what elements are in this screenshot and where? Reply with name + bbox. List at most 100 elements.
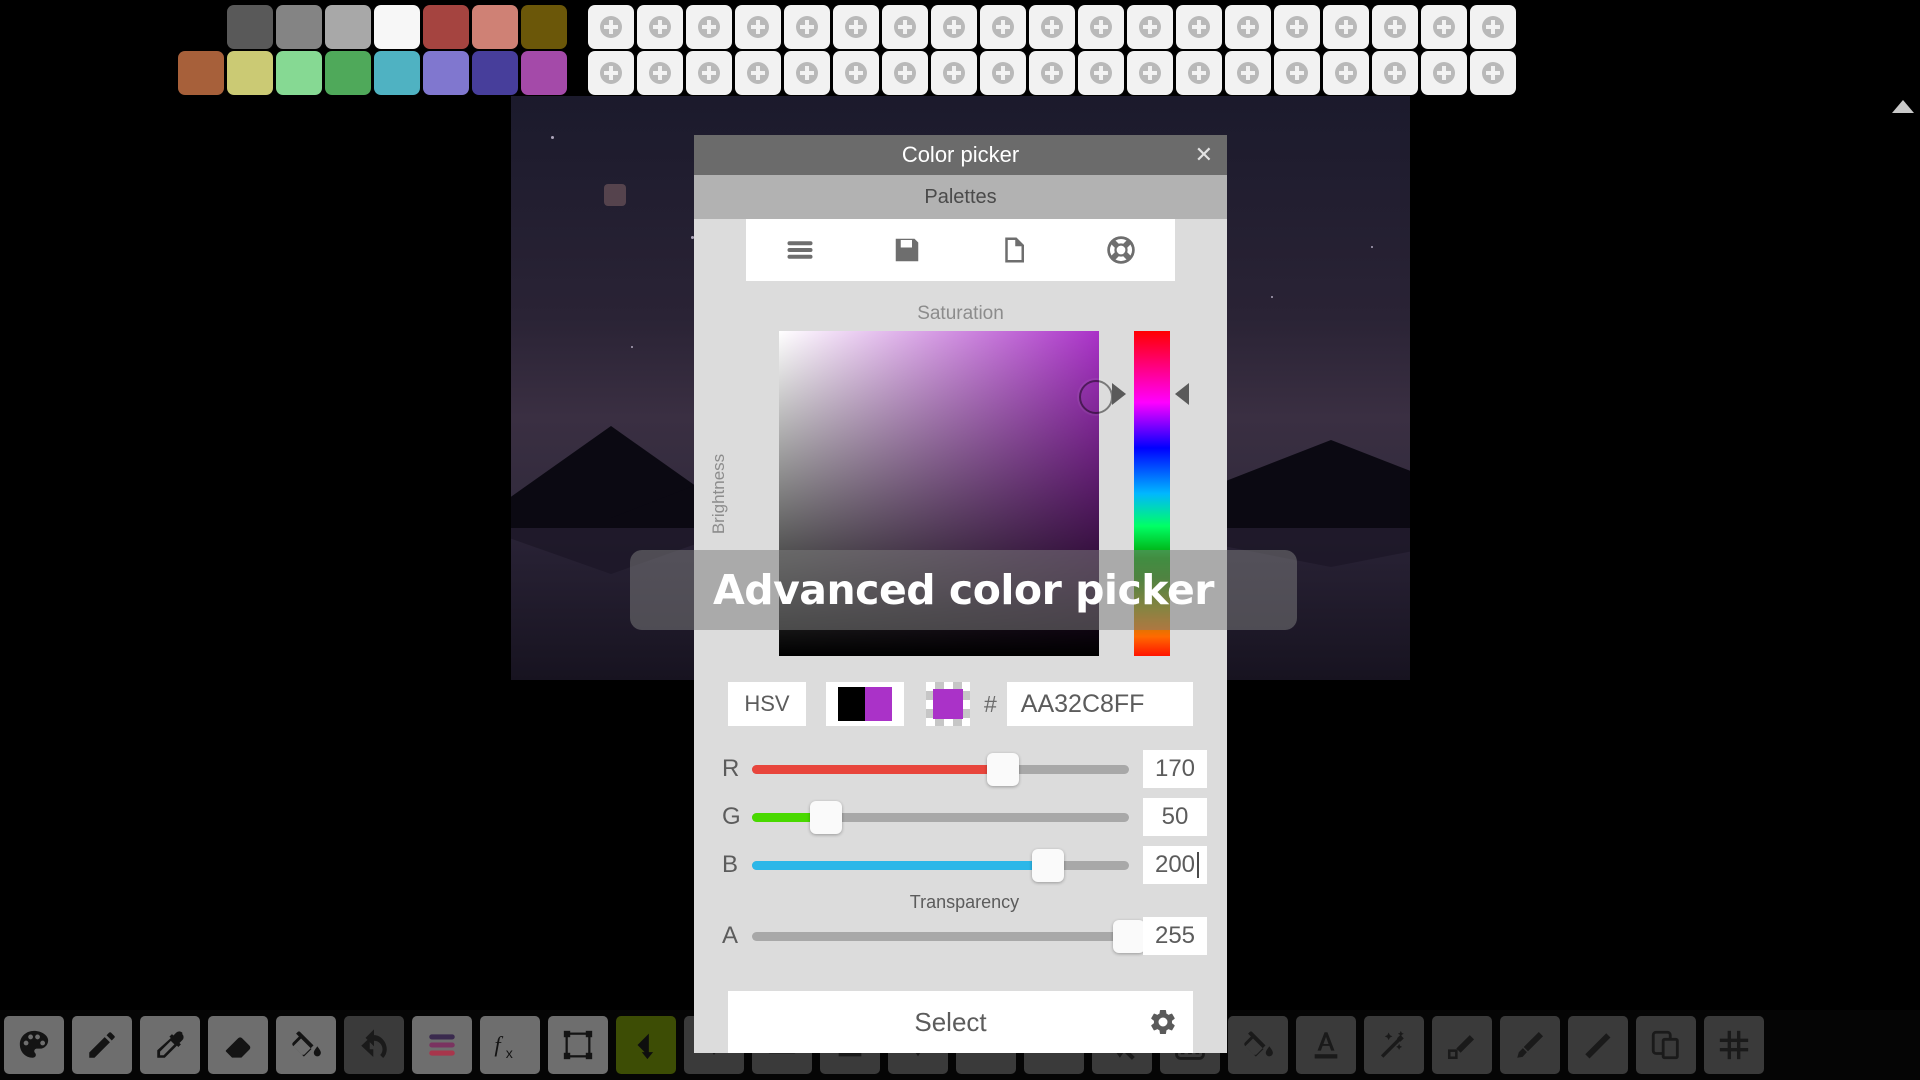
channel-thumb-r[interactable]	[987, 752, 1020, 786]
palette-swatch-orchid[interactable]	[521, 51, 567, 95]
pencil-tool[interactable]	[72, 1016, 132, 1074]
palette-empty-slot[interactable]	[931, 51, 977, 95]
triangle-up-icon[interactable]	[1892, 100, 1914, 113]
palette-swatch-indigo[interactable]	[472, 51, 518, 95]
palette-swatch-light-grey[interactable]	[325, 5, 371, 49]
palette-tool[interactable]	[4, 1016, 64, 1074]
palette-empty-slot[interactable]	[1127, 51, 1173, 95]
sv-cursor-handle[interactable]	[1079, 380, 1113, 414]
palette-empty-slot[interactable]	[833, 51, 879, 95]
select-button[interactable]: Select	[728, 991, 1193, 1053]
palette-empty-slot[interactable]	[735, 51, 781, 95]
palette-empty-slot[interactable]	[1421, 51, 1467, 95]
palette-empty-slot[interactable]	[931, 5, 977, 49]
palette-empty-slot[interactable]	[735, 5, 781, 49]
palette-swatch-sienna[interactable]	[178, 51, 224, 95]
palette-swatch-brick-red[interactable]	[423, 5, 469, 49]
palette-swatch-white[interactable]	[374, 5, 420, 49]
eyedropper-tool[interactable]	[140, 1016, 200, 1074]
magic-wand-tool[interactable]	[1364, 1016, 1424, 1074]
palette-empty-slot[interactable]	[1274, 5, 1320, 49]
palette-swatch-mid-grey[interactable]	[276, 5, 322, 49]
palette-swatch-mint-green[interactable]	[276, 51, 322, 95]
channel-value-r[interactable]: 170	[1143, 750, 1207, 788]
palette-empty-slot[interactable]	[1029, 51, 1075, 95]
hex-input[interactable]: AA32C8FF	[1006, 682, 1193, 726]
palette-swatch-grass-green[interactable]	[325, 51, 371, 95]
palette-empty-slot[interactable]	[784, 51, 830, 95]
palette-empty-slot[interactable]	[882, 51, 928, 95]
close-icon[interactable]: ✕	[1195, 144, 1213, 166]
channel-thumb-g[interactable]	[809, 800, 842, 834]
palette-swatch-periwinkle[interactable]	[423, 51, 469, 95]
text-tool[interactable]	[1296, 1016, 1356, 1074]
palette-empty-slot[interactable]	[1421, 5, 1467, 49]
hash-label: #	[984, 690, 997, 717]
palette-empty-slot[interactable]	[1029, 5, 1075, 49]
grid-tool[interactable]	[1704, 1016, 1764, 1074]
palette-swatch-teal[interactable]	[374, 51, 420, 95]
pencil-icon	[85, 1028, 119, 1062]
hsv-mode-button[interactable]: HSV	[728, 682, 806, 726]
alpha-preview-swatch[interactable]	[926, 682, 970, 726]
palette-empty-slot[interactable]	[1323, 5, 1369, 49]
channel-value-a[interactable]: 255	[1143, 917, 1207, 955]
eraser-tool[interactable]	[208, 1016, 268, 1074]
palette-empty-slot[interactable]	[1078, 5, 1124, 49]
lifebuoy-icon[interactable]	[1068, 219, 1175, 281]
palette-empty-slot[interactable]	[588, 51, 634, 95]
palette-empty-slot[interactable]	[1470, 51, 1516, 95]
palette-empty-slot[interactable]	[980, 51, 1026, 95]
palette-empty-slot[interactable]	[1176, 5, 1222, 49]
palette-empty-slot[interactable]	[686, 51, 732, 95]
line-pen-tool[interactable]	[1568, 1016, 1628, 1074]
palette-empty-slot[interactable]	[1274, 51, 1320, 95]
color-compare-swatch[interactable]	[826, 682, 904, 726]
triangle-left-icon	[1175, 383, 1189, 405]
gear-icon[interactable]	[1133, 1007, 1193, 1037]
palette-empty-slot[interactable]	[1225, 51, 1271, 95]
transform-tool[interactable]	[548, 1016, 608, 1074]
channel-value-b[interactable]: 200	[1143, 846, 1207, 884]
palette-empty-slot[interactable]	[1323, 51, 1369, 95]
palette-swatch-olive-dark[interactable]	[521, 5, 567, 49]
palette-swatch-salmon[interactable]	[472, 5, 518, 49]
palette-empty-slot[interactable]	[1372, 5, 1418, 49]
undo-tool[interactable]	[344, 1016, 404, 1074]
duplicate-tool[interactable]	[1636, 1016, 1696, 1074]
palette-empty-slot[interactable]	[588, 5, 634, 49]
palette-empty-slot[interactable]	[1127, 5, 1173, 49]
palette-empty-slot[interactable]	[980, 5, 1026, 49]
palette-empty-slot[interactable]	[686, 5, 732, 49]
palette-empty-slot[interactable]	[784, 5, 830, 49]
palette-empty-slot[interactable]	[1372, 51, 1418, 95]
palette-empty-slot[interactable]	[1176, 51, 1222, 95]
palette-swatch-khaki[interactable]	[227, 51, 273, 95]
channel-thumb-a[interactable]	[1113, 919, 1145, 953]
document-icon[interactable]	[961, 219, 1068, 281]
effects-tool[interactable]: fx	[480, 1016, 540, 1074]
palette-empty-slot[interactable]	[1225, 5, 1271, 49]
fill-tool[interactable]	[1228, 1016, 1288, 1074]
palette-empty-slot[interactable]	[1078, 51, 1124, 95]
channel-slider-g[interactable]	[752, 800, 1129, 834]
channel-slider-a[interactable]	[752, 919, 1145, 953]
brush-tool[interactable]	[1500, 1016, 1560, 1074]
palette-empty-slot[interactable]	[882, 5, 928, 49]
layers-tool[interactable]	[412, 1016, 472, 1074]
palette-empty-slot[interactable]	[637, 51, 683, 95]
channel-slider-b[interactable]	[752, 848, 1129, 882]
menu-icon[interactable]	[746, 219, 853, 281]
save-icon[interactable]	[853, 219, 960, 281]
palette-empty-slot[interactable]	[1470, 5, 1516, 49]
channel-slider-r[interactable]	[752, 752, 1129, 786]
app-screen: Advanced color picker Color picker ✕ Pal…	[0, 0, 1920, 1080]
palette-empty-slot[interactable]	[833, 5, 879, 49]
back-tool[interactable]	[616, 1016, 676, 1074]
channel-thumb-b[interactable]	[1031, 848, 1064, 882]
channel-value-g[interactable]: 50	[1143, 798, 1207, 836]
palette-empty-slot[interactable]	[637, 5, 683, 49]
bucket-tool[interactable]	[276, 1016, 336, 1074]
pixel-pen-tool[interactable]	[1432, 1016, 1492, 1074]
palette-swatch-dark-grey[interactable]	[227, 5, 273, 49]
